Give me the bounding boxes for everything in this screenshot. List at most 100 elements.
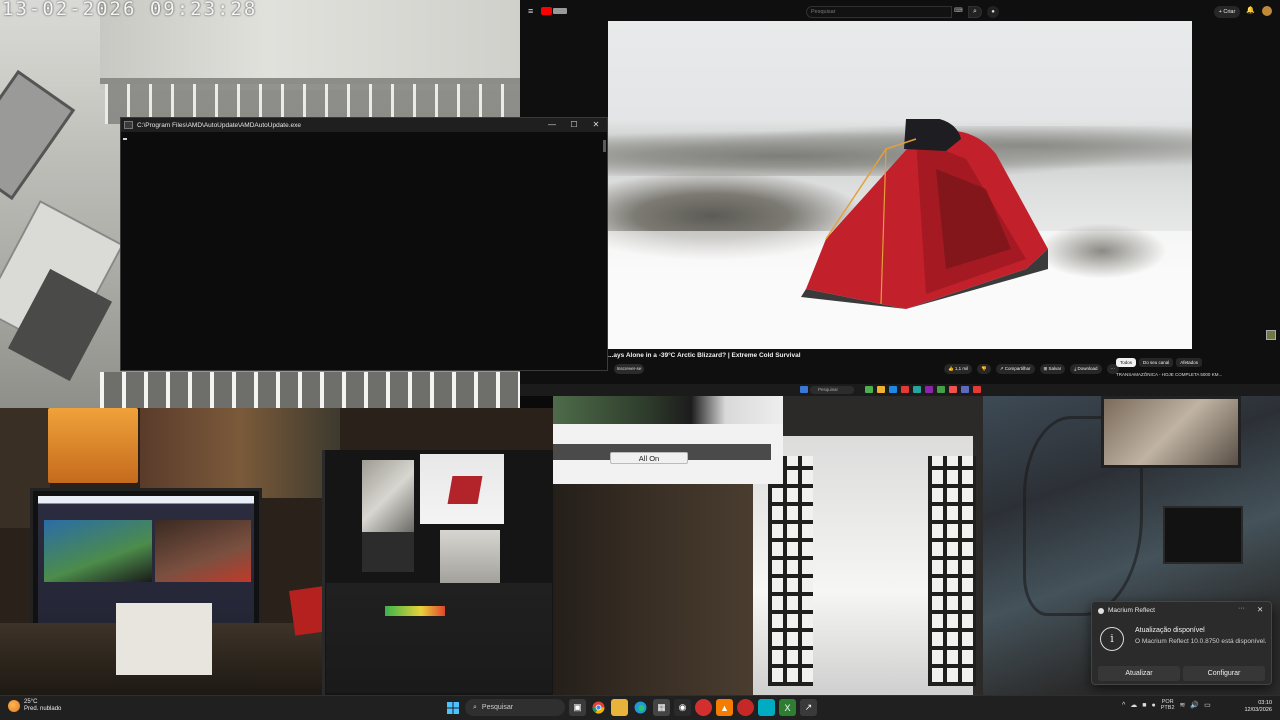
remote-folder-icon[interactable] xyxy=(877,386,885,393)
toast-header: Macrium Reflect xyxy=(1098,607,1155,614)
remote-app-icon[interactable] xyxy=(937,386,945,393)
battery-icon[interactable]: ▭ xyxy=(1204,701,1211,709)
taskbar-search[interactable]: ⌕ Pesquisar xyxy=(465,699,565,716)
weather-widget[interactable]: 25°C Pred. nublado xyxy=(8,699,61,713)
bush xyxy=(1032,221,1172,281)
file-explorer-icon[interactable] xyxy=(611,699,628,716)
wall-art xyxy=(140,408,340,498)
remote-app-icon[interactable] xyxy=(913,386,921,393)
cloud-icon[interactable]: ☁ xyxy=(1130,701,1137,709)
share-button[interactable]: ↗ Compartilhar xyxy=(995,364,1035,374)
recommended-video-title[interactable]: TRANSAMAZÔNICA - HOJE COMPLETA 5000 KM..… xyxy=(1116,372,1222,377)
microphone-icon[interactable]: ● xyxy=(987,6,999,18)
edge-icon[interactable] xyxy=(632,699,649,716)
maximize-button[interactable]: ☐ xyxy=(563,118,585,132)
console-titlebar[interactable]: C:\Program Files\AMD\AutoUpdate\AMDAutoU… xyxy=(121,118,607,132)
hamburger-menu-icon[interactable]: ≡ xyxy=(528,6,533,16)
remote-taskbar-strip: Pesquisar xyxy=(520,384,1280,396)
search-icon: ⌕ xyxy=(473,704,477,711)
app-icon[interactable] xyxy=(737,699,754,716)
remote-app-icon[interactable] xyxy=(865,386,873,393)
task-view-icon[interactable]: ▣ xyxy=(569,699,586,716)
terminal-icon[interactable]: ◉ xyxy=(674,699,691,716)
taskbar-search-label: Pesquisar xyxy=(481,704,514,711)
download-button[interactable]: ⤓ Download xyxy=(1070,364,1102,374)
chip-channel[interactable]: Do seu canal xyxy=(1139,358,1174,367)
microphone-icon[interactable]: ● xyxy=(1152,702,1156,709)
configure-button[interactable]: Configurar xyxy=(1183,666,1265,681)
camera-timestamp: 13-02-2026 09:23:28 xyxy=(2,0,258,20)
remote-search-box[interactable]: Pesquisar xyxy=(810,386,854,394)
audio-meter xyxy=(385,606,445,616)
more-options-icon[interactable]: ··· xyxy=(1238,605,1245,612)
framed-picture xyxy=(1101,396,1241,468)
monitor-tile-tent xyxy=(420,454,504,524)
macrium-app-icon xyxy=(1098,607,1104,614)
remote-browser-icon[interactable] xyxy=(889,386,897,393)
save-button[interactable]: ⊞ Salvar xyxy=(1039,364,1066,374)
remote-app-icon[interactable] xyxy=(961,386,969,393)
camera-feed-room xyxy=(0,408,553,695)
tray-app-icon[interactable]: ■ xyxy=(1142,702,1146,709)
notification-toast[interactable]: Macrium Reflect ··· ✕ i Atualização disp… xyxy=(1091,601,1272,685)
close-icon[interactable]: ✕ xyxy=(1257,605,1263,614)
wifi-icon[interactable]: ≋ xyxy=(1180,701,1186,709)
language-indicator[interactable]: POR PTB2 xyxy=(1161,699,1175,711)
chrome-icon[interactable] xyxy=(590,699,607,716)
youtube-logo[interactable] xyxy=(541,6,568,16)
dislike-button[interactable]: 👎 xyxy=(977,364,991,374)
youtube-search-input[interactable]: Pesquisar xyxy=(806,6,952,18)
chip-related[interactable]: Afetados xyxy=(1176,358,1203,367)
youtube-window: ≡ Pesquisar ⌨ ⌕ ● + Criar 🔔 ...ays Alone… xyxy=(520,0,1280,384)
channel-watermark xyxy=(1266,330,1276,340)
console-window[interactable]: C:\Program Files\AMD\AutoUpdate\AMDAutoU… xyxy=(120,117,608,371)
laptop-part xyxy=(0,69,76,201)
excel-icon[interactable]: X xyxy=(779,699,796,716)
media-app-icon[interactable] xyxy=(695,699,712,716)
remote-app-icon[interactable] xyxy=(973,386,981,393)
youtube-play-icon xyxy=(541,6,553,15)
desk-calendar xyxy=(116,603,212,675)
update-button[interactable]: Atualizar xyxy=(1098,666,1180,681)
remote-app-icon[interactable] xyxy=(949,386,957,393)
chip-all[interactable]: Todos xyxy=(1116,358,1137,367)
youtube-wordmark xyxy=(553,7,568,14)
keyboard-icon[interactable]: ⌨ xyxy=(954,7,966,16)
monitor-mixer-panel xyxy=(326,583,552,693)
video-title: ...ays Alone in a -39°C Arctic Blizzard?… xyxy=(608,352,801,359)
chevron-up-icon[interactable]: ^ xyxy=(1122,702,1125,709)
video-player[interactable] xyxy=(608,21,1192,349)
window-grille-right xyxy=(928,456,976,686)
weather-sun-icon xyxy=(8,700,20,712)
close-button[interactable]: ✕ xyxy=(585,118,607,132)
remote-start-icon[interactable] xyxy=(800,386,808,393)
windows-start-icon[interactable] xyxy=(444,699,461,716)
speaker-box xyxy=(1163,506,1243,564)
clock-date: 12/03/2026 xyxy=(1244,707,1272,713)
like-button[interactable]: 👍 1,1 mil xyxy=(944,364,973,374)
toast-body: O Macrium Reflect 10.0.8750 está disponí… xyxy=(1135,638,1267,645)
info-icon: i xyxy=(1100,627,1124,651)
window-grille-left xyxy=(768,456,813,686)
app-icon[interactable] xyxy=(758,699,775,716)
avatar[interactable] xyxy=(1262,6,1272,16)
weather-desc: Pred. nublado xyxy=(24,706,62,712)
subscribe-button[interactable]: Inscrever-se xyxy=(614,364,644,374)
calculator-icon[interactable]: ▦ xyxy=(653,699,670,716)
bell-icon[interactable]: 🔔 xyxy=(1246,6,1256,16)
create-button[interactable]: + Criar xyxy=(1214,6,1240,18)
minimize-button[interactable]: — xyxy=(541,118,563,132)
app-icon[interactable]: ↗ xyxy=(800,699,817,716)
search-icon[interactable]: ⌕ xyxy=(968,6,982,18)
video-actions: 👍 1,1 mil 👎 ↗ Compartilhar ⊞ Salvar ⤓ Do… xyxy=(944,364,1120,374)
vlc-icon[interactable]: ▲ xyxy=(716,699,733,716)
clock-time: 03:10 xyxy=(1258,700,1272,706)
remote-app-icon[interactable] xyxy=(925,386,933,393)
keyboard-layout: PTB2 xyxy=(1160,705,1175,711)
all-on-button[interactable]: All On xyxy=(610,452,688,464)
volume-icon[interactable]: 🔊 xyxy=(1190,701,1199,709)
scrollbar[interactable] xyxy=(603,140,606,152)
remote-app-icon[interactable] xyxy=(901,386,909,393)
popup-header-image xyxy=(553,396,783,424)
taskbar-clock[interactable]: 03:10 12/03/2026 xyxy=(1232,700,1272,714)
